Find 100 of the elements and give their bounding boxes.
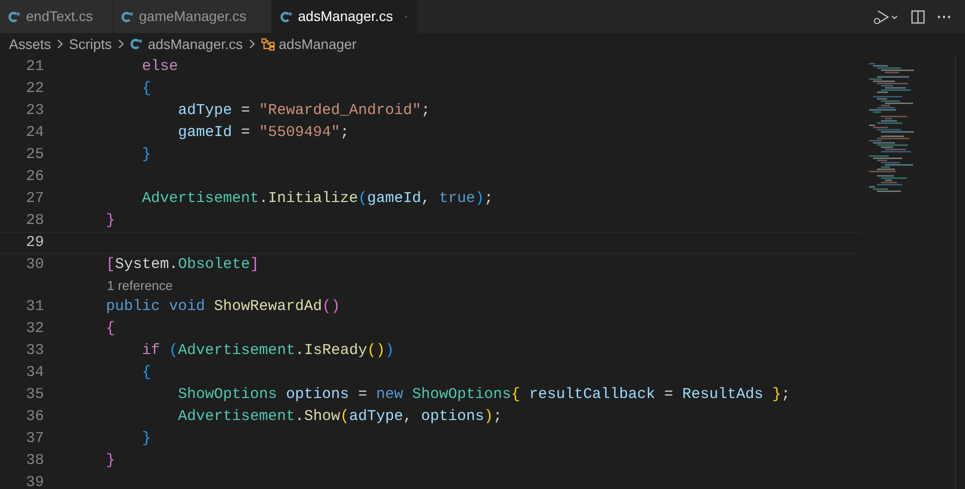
code-token: ;: [493, 406, 502, 427]
identifier: gameId: [177, 122, 232, 143]
line-number: 38: [24, 450, 44, 471]
breadcrumb-item[interactable]: Scripts: [69, 34, 112, 54]
breadcrumb-item[interactable]: Assets: [9, 34, 52, 54]
bracket: (): [322, 296, 340, 317]
code-token: ;: [340, 122, 350, 143]
line-number: 32: [24, 318, 44, 339]
line-number: 39: [24, 472, 44, 489]
bracket: }: [141, 144, 152, 165]
code-token: =: [240, 100, 252, 121]
editor-tab[interactable]: endText.cs: [0, 0, 113, 33]
bracket: (: [358, 188, 368, 209]
line-number: 29: [24, 232, 44, 253]
bracket: (: [340, 406, 350, 427]
bracket: (: [169, 340, 178, 361]
tab-label: endText.cs: [26, 7, 93, 26]
function-name: Show: [304, 406, 340, 427]
split-editor-icon[interactable]: [911, 10, 925, 24]
run-debug-icon[interactable]: [873, 8, 899, 24]
line-number: 24: [24, 122, 44, 143]
csharp-file-icon: [280, 10, 292, 22]
bracket: ]: [250, 254, 260, 275]
identifier: options: [286, 384, 350, 405]
line-number: 31: [24, 296, 44, 317]
keyword: public void: [105, 296, 206, 317]
type-name: ShowOptions: [412, 384, 512, 405]
code-token: .: [259, 188, 268, 209]
code-token: ,: [403, 406, 414, 427]
keyword: if: [141, 340, 162, 361]
code-token: ;: [421, 100, 430, 121]
identifier: adType: [349, 406, 404, 427]
identifier: options: [421, 406, 484, 427]
bracket: }: [105, 210, 116, 231]
function-name: Initialize: [268, 188, 358, 209]
line-number: 26: [24, 166, 44, 187]
csharp-file-icon: [121, 10, 133, 22]
string-literal: "5509494": [259, 122, 340, 143]
line-number: 33: [24, 340, 44, 361]
function-name: IsReady: [304, 340, 368, 361]
function-name: ShowRewardAd: [214, 296, 322, 317]
string-literal: "Rewarded_Android": [259, 100, 422, 121]
bracket: {: [141, 78, 152, 99]
csharp-file-icon: [8, 10, 20, 22]
tab-label: gameManager.cs: [139, 7, 246, 26]
type-name: Advertisement: [178, 340, 296, 361]
identifier: ResultAds: [682, 384, 764, 405]
keyword: else: [141, 56, 178, 77]
chevron-right-icon: [248, 39, 256, 49]
bracket: ): [484, 406, 494, 427]
identifier: gameId: [367, 188, 422, 209]
code-token: .: [295, 340, 304, 361]
line-number: 22: [24, 78, 44, 99]
bracket: [: [105, 254, 116, 275]
bracket: ): [475, 188, 484, 209]
bracket: (): [367, 340, 386, 361]
bracket: {: [105, 318, 116, 339]
type-name: Advertisement: [177, 406, 296, 427]
line-number: 36: [24, 406, 44, 427]
code-token: =: [240, 122, 252, 143]
codelens-reference[interactable]: 1 reference: [107, 276, 173, 296]
chevron-right-icon: [56, 39, 64, 49]
code-token: .: [295, 406, 304, 427]
editor-tab[interactable]: adsManager.cs: [272, 0, 418, 33]
bracket: {: [141, 362, 152, 383]
line-number: 27: [24, 188, 44, 209]
line-number: 34: [24, 362, 44, 383]
breadcrumb-item[interactable]: adsManager.cs: [148, 34, 243, 54]
line-number: 28: [24, 210, 44, 231]
identifier: adType: [177, 100, 232, 121]
bracket: }: [772, 384, 782, 405]
code-token: =: [663, 384, 674, 405]
bracket: {: [511, 384, 522, 405]
more-icon[interactable]: [937, 14, 951, 18]
code-token: =: [357, 384, 368, 405]
tab-label: adsManager.cs: [298, 7, 393, 26]
type-name: Obsolete: [178, 254, 250, 275]
code-token: System.: [115, 254, 178, 275]
breadcrumb-item[interactable]: adsManager: [278, 34, 357, 54]
class-icon: [260, 38, 275, 50]
type-name: ShowOptions: [177, 384, 278, 405]
csharp-file-icon: [130, 38, 142, 50]
bracket: ): [385, 340, 394, 361]
line-number: 30: [24, 254, 44, 275]
code-token: ;: [781, 384, 790, 405]
code-token: ;: [484, 188, 494, 209]
keyword: true: [439, 188, 476, 209]
line-number: 35: [24, 384, 44, 405]
line-number: 23: [24, 100, 44, 121]
line-number: 21: [24, 56, 44, 77]
bracket: }: [141, 428, 152, 449]
keyword: new: [376, 384, 404, 405]
identifier: resultCallback: [529, 384, 656, 405]
type-name: Advertisement: [141, 188, 260, 209]
code-token: ,: [421, 188, 432, 209]
line-number: 25: [24, 144, 44, 165]
editor-tab[interactable]: gameManager.cs: [113, 0, 272, 33]
line-number: 37: [24, 428, 44, 449]
bracket: }: [105, 450, 116, 471]
chevron-right-icon: [116, 39, 125, 49]
